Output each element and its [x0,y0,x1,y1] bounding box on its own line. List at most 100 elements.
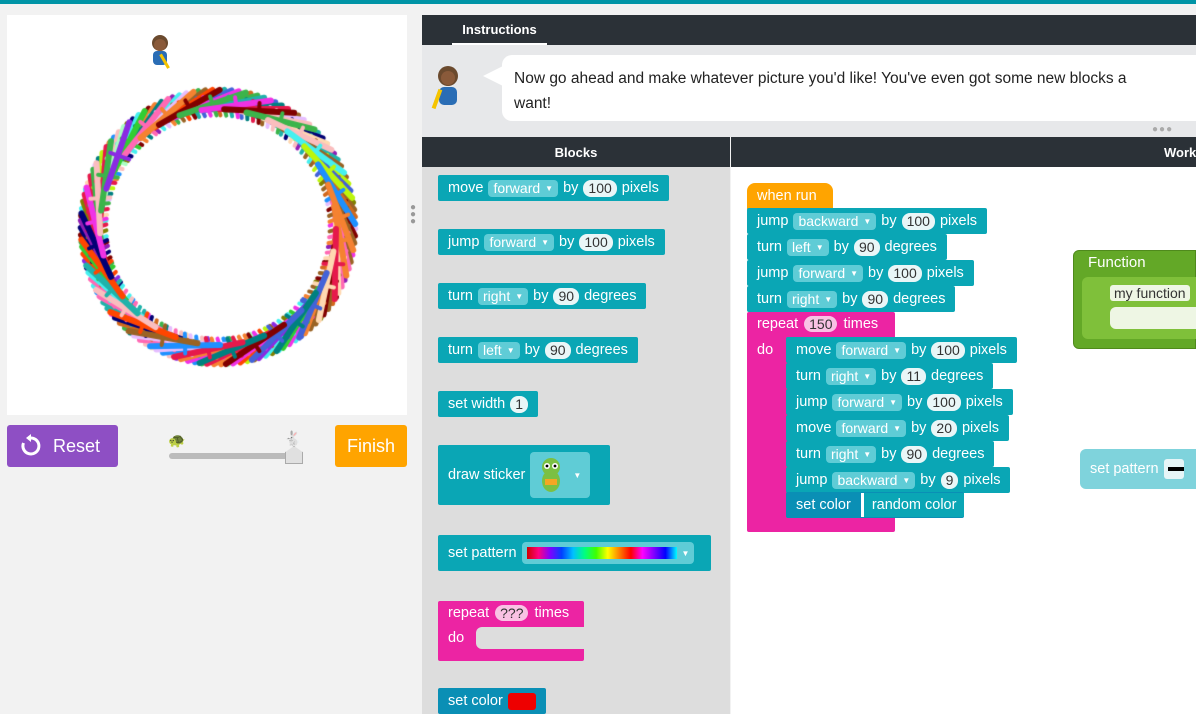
block-text: by [833,239,849,255]
direction-dropdown[interactable]: forward ▼ [793,264,864,282]
toolbox-draw-sticker-block[interactable]: draw sticker ▼ [438,445,610,505]
loop-jump-backward-block[interactable]: jump backward ▼ by 9 pixels [786,467,1011,493]
block-text: set color [796,497,851,513]
amount-field[interactable]: 90 [853,238,880,256]
amount-field[interactable]: 90 [862,290,889,308]
direction-dropdown[interactable]: forward ▼ [836,419,907,437]
pattern-swatch[interactable] [1163,459,1184,479]
amount-field[interactable]: 11 [901,367,927,385]
toolbox-set-width-block[interactable]: set width 1 [438,391,539,417]
reset-button[interactable]: Reset [7,425,118,467]
amount-field[interactable]: 100 [931,341,965,359]
block-text: draw sticker [448,467,526,483]
loop-move-forward-block[interactable]: move forward ▼ by 100 pixels [786,337,1017,363]
amount-field[interactable]: 90 [544,341,571,359]
program-jump-forward-block[interactable]: jump forward ▼ by 100 pixels [747,260,974,286]
artist-drawing [7,15,407,415]
when-run-block[interactable]: when run [747,183,833,209]
resize-grip-icon[interactable]: ●●● [1152,124,1173,135]
pane-divider-handle[interactable]: ● ● ● [410,203,416,227]
dropdown-value: forward [489,234,537,250]
amount-field[interactable]: 90 [553,287,580,305]
amount-field[interactable]: 90 [901,445,928,463]
amount-field[interactable]: 100 [583,179,617,197]
color-swatch[interactable] [507,692,536,710]
program-turn-left-block[interactable]: turn left ▼ by 90 degrees [747,234,947,260]
block-unit: times [843,316,879,332]
chevron-down-icon: ▼ [863,449,872,459]
dropdown-value: forward [841,420,889,436]
speed-slider-track[interactable] [169,453,291,459]
function-body: my function [1082,277,1196,339]
block-verb: jump [796,472,828,488]
loop-turn-right-90-block[interactable]: turn right ▼ by 90 degrees [786,441,995,467]
direction-dropdown[interactable]: forward ▼ [488,179,559,197]
block-unit: pixels [926,265,964,281]
speed-slider-handle[interactable] [285,446,303,464]
block-verb: jump [757,265,789,281]
amount-field[interactable]: 100 [579,233,613,251]
direction-dropdown[interactable]: forward ▼ [484,233,555,251]
block-unit: times [534,605,570,621]
direction-dropdown[interactable]: right ▼ [826,367,877,385]
loop-move-forward-short-block[interactable]: move forward ▼ by 20 pixels [786,415,1010,441]
direction-dropdown[interactable]: left ▼ [478,341,520,359]
dropdown-value: right [483,288,511,304]
random-color-value[interactable]: random color [860,493,965,517]
amount-field[interactable]: 20 [931,419,957,437]
workspace-set-pattern-block[interactable]: set pattern [1080,449,1196,489]
toolbox-move-block[interactable]: move forward ▼ by 100 pixels [438,175,669,201]
program-turn-right-block[interactable]: turn right ▼ by 90 degrees [747,286,956,312]
loop-set-color-block[interactable]: set color random color [786,492,965,518]
direction-dropdown[interactable]: right ▼ [787,290,838,308]
dropdown-value: backward [837,472,898,488]
function-name-field[interactable]: my function [1110,285,1190,301]
function-slot [1110,307,1196,329]
block-unit: pixels [617,234,655,250]
toolbox-jump-block[interactable]: jump forward ▼ by 100 pixels [438,229,665,255]
amount-field[interactable]: 100 [901,212,935,230]
direction-dropdown[interactable]: right ▼ [478,287,529,305]
chevron-down-icon: ▼ [893,345,902,355]
pattern-dropdown[interactable]: ▼ [521,542,695,564]
sticker-dropdown[interactable]: ▼ [530,452,591,498]
function-definition-block[interactable]: Function my function [1073,250,1196,349]
dropdown-value: right [792,291,820,307]
direction-dropdown[interactable]: left ▼ [787,238,829,256]
block-text: when run [757,188,817,204]
toolbox-set-color-block[interactable]: set color [438,688,546,714]
block-unit: degrees [884,239,937,255]
chevron-down-icon: ▼ [681,548,690,558]
repeat-count-field[interactable]: 150 [804,316,838,332]
block-unit: pixels [961,420,1000,436]
chevron-down-icon: ▼ [863,371,872,381]
direction-dropdown[interactable]: right ▼ [826,445,877,463]
direction-dropdown[interactable]: forward ▼ [832,393,903,411]
program-jump-backward-block[interactable]: jump backward ▼ by 100 pixels [747,208,988,234]
tab-instructions[interactable]: Instructions [452,15,547,45]
amount-field[interactable]: 9 [940,471,959,489]
width-field[interactable]: 1 [510,395,529,413]
block-verb: turn [757,239,782,255]
chevron-down-icon: ▼ [541,237,550,247]
repeat-count-field[interactable]: ??? [495,605,529,621]
toolbox-turn-left-block[interactable]: turn left ▼ by 90 degrees [438,337,638,363]
direction-dropdown[interactable]: backward ▼ [793,212,877,230]
toolbox-repeat-block[interactable]: repeat ??? times do [438,601,584,661]
direction-dropdown[interactable]: backward ▼ [832,471,916,489]
finish-button[interactable]: Finish [335,425,407,467]
loop-jump-forward-block[interactable]: jump forward ▼ by 100 pixels [786,389,1013,415]
toolbox-turn-right-block[interactable]: turn right ▼ by 90 degrees [438,283,647,309]
amount-field[interactable]: 100 [888,264,922,282]
workspace-header-label: Work [1164,144,1196,160]
chevron-down-icon: ▼ [902,475,911,485]
amount-field[interactable]: 100 [927,393,961,411]
toolbox-set-pattern-block[interactable]: set pattern ▼ [438,535,711,571]
speech-bubble-tail [483,66,503,86]
direction-dropdown[interactable]: forward ▼ [836,341,907,359]
block-verb: jump [757,213,789,229]
top-bar [0,0,1196,4]
loop-turn-right-block[interactable]: turn right ▼ by 11 degrees [786,363,994,389]
block-unit: degrees [893,291,946,307]
random-color-label: random color [871,497,957,513]
